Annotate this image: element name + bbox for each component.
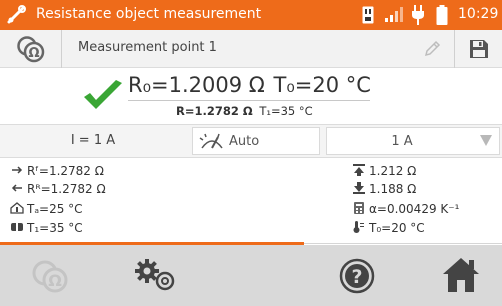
app-title: Resistance object measurement	[36, 6, 262, 22]
status-bar: Resistance object measurement 10:29	[0, 0, 502, 30]
screen: Resistance object measurement 10:29 Ω Me…	[0, 0, 502, 306]
save-button[interactable]	[454, 30, 502, 68]
measure-button[interactable]: Ω	[0, 245, 120, 306]
chevron-down-icon	[480, 135, 492, 146]
lower-limit-icon	[353, 182, 365, 194]
measurement-point-bar: Ω Measurement point 1	[0, 30, 502, 68]
battery-icon	[436, 5, 448, 25]
clock: 10:29	[458, 6, 499, 22]
thermometer-icon	[353, 221, 364, 233]
signal-icon	[385, 7, 403, 22]
measurement-details: Rᶠ=1.2782 Ω Rᴿ=1.2782 Ω Tₐ=25 °C T₁=35 °…	[0, 159, 502, 242]
svg-text:?: ?	[351, 266, 362, 288]
settings-row: I = 1 A Auto 1 A	[0, 124, 502, 158]
test-current: I = 1 A	[70, 133, 116, 148]
check-icon	[84, 80, 122, 109]
save-icon	[470, 40, 488, 58]
home-icon	[443, 258, 479, 292]
measurement-tool-icon	[7, 5, 26, 24]
result-t0: T₀=20 °C	[273, 73, 371, 97]
mode-button[interactable]: Auto	[192, 127, 320, 155]
home-button[interactable]	[420, 245, 502, 306]
upper-limit-icon	[353, 164, 365, 176]
detail-rr: Rᴿ=1.2782 Ω	[10, 181, 106, 197]
result-divider	[128, 100, 370, 101]
measurement-point-button[interactable]: Ω	[0, 30, 62, 68]
house-thermometer-icon	[10, 202, 24, 214]
measurement-result: R₀=1.2009 Ω T₀=20 °C R=1.2782 Ω T₁=35 °C	[0, 68, 502, 124]
mode-label: Auto	[229, 134, 260, 149]
result-main: R₀=1.2009 Ω T₀=20 °C	[128, 73, 371, 97]
svg-text:Ω: Ω	[48, 271, 62, 290]
detail-upper-limit: 1.212 Ω	[352, 163, 416, 179]
auto-mode-icon	[199, 133, 223, 149]
divider	[304, 243, 502, 244]
measurement-point-name[interactable]: Measurement point 1	[78, 40, 217, 55]
help-button[interactable]: ?	[320, 245, 392, 306]
help-icon: ?	[339, 258, 375, 294]
settings-gears-icon	[135, 259, 175, 291]
settings-button[interactable]	[120, 245, 190, 306]
detail-lower-limit: 1.188 Ω	[352, 181, 416, 197]
calculator-icon	[354, 202, 364, 214]
svg-text:Ω: Ω	[28, 46, 39, 61]
detail-t0: T₀=20 °C	[352, 220, 425, 236]
arrow-left-icon	[11, 184, 22, 192]
detail-alpha: α=0.00429 K⁻¹	[352, 201, 459, 217]
arrow-right-icon	[12, 166, 23, 174]
detail-t1: T₁=35 °C	[10, 220, 83, 236]
result-r: R=1.2782 Ω	[176, 104, 253, 118]
result-t1: T₁=35 °C	[259, 104, 313, 118]
ohm-icon: Ω	[17, 36, 45, 63]
bottom-toolbar: Ω ?	[0, 245, 502, 306]
detail-ta: Tₐ=25 °C	[10, 201, 83, 217]
plug-icon	[412, 5, 424, 25]
current-range-value: 1 A	[391, 134, 413, 149]
detail-rf: Rᶠ=1.2782 Ω	[10, 163, 104, 179]
edit-icon[interactable]	[424, 39, 442, 57]
result-sub: R=1.2782 Ω T₁=35 °C	[176, 104, 313, 118]
current-range-select[interactable]: 1 A	[326, 127, 500, 155]
ohm-measure-icon: Ω	[32, 260, 68, 293]
result-r0: R₀=1.2009 Ω	[128, 73, 265, 97]
sd-card-icon	[362, 6, 374, 24]
object-temperature-icon	[11, 221, 23, 233]
